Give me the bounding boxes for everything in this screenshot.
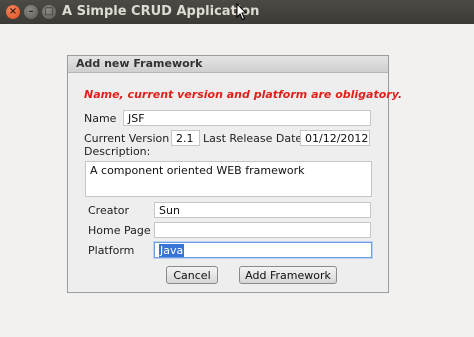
platform-selected-text: Java [159, 244, 185, 257]
current-version-label: Current Version [84, 132, 170, 145]
maximize-window-button[interactable]: □ [42, 5, 56, 19]
platform-label: Platform [88, 244, 135, 257]
cancel-button[interactable]: Cancel [166, 266, 218, 284]
close-window-button[interactable]: × [6, 5, 20, 19]
window-titlebar: × – □ A Simple CRUD Application [0, 0, 474, 24]
platform-field[interactable]: Java [154, 242, 372, 258]
home-page-field[interactable] [154, 222, 371, 238]
last-release-date-field[interactable]: 01/12/2012 [300, 130, 370, 146]
minimize-window-button[interactable]: – [24, 5, 38, 19]
home-page-label: Home Page [88, 224, 151, 237]
dialog-title: Add new Framework [76, 57, 203, 70]
add-framework-dialog: Add new Framework Name, current version … [67, 55, 402, 293]
window-title: A Simple CRUD Application [62, 4, 260, 19]
dialog-title-bar: Add new Framework [68, 56, 388, 73]
name-label: Name [84, 112, 117, 125]
name-field[interactable]: JSF [123, 110, 371, 126]
validation-warning: Name, current version and platform are o… [84, 88, 403, 101]
current-version-field[interactable]: 2.1 [171, 130, 200, 146]
description-label: Description: [84, 145, 151, 158]
creator-field[interactable]: Sun [154, 202, 371, 218]
last-release-date-label: Last Release Date [203, 132, 303, 145]
mouse-pointer-icon [236, 3, 248, 21]
add-framework-button[interactable]: Add Framework [239, 266, 337, 284]
creator-label: Creator [88, 204, 130, 217]
description-textarea[interactable]: A component oriented WEB framework [85, 161, 372, 197]
